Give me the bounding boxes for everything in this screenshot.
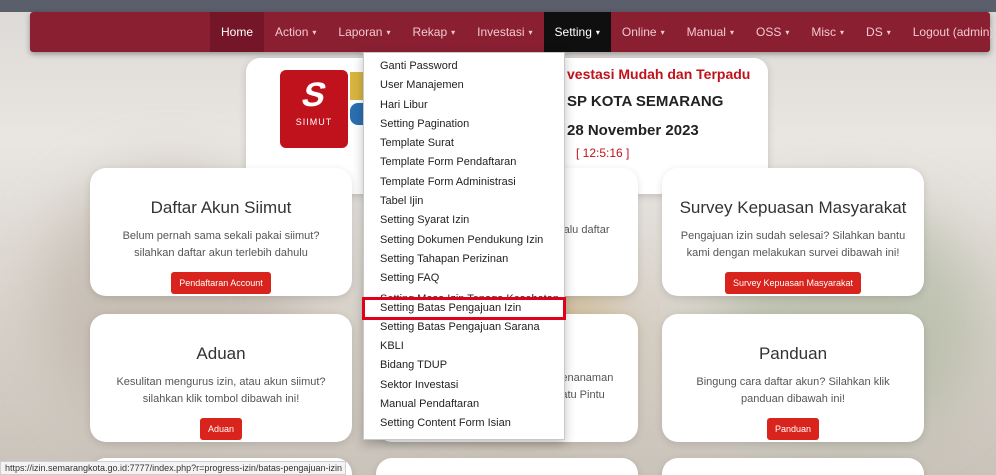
menu-item-ganti-password[interactable]: Ganti Password (364, 57, 564, 76)
caret-down-icon: ▾ (660, 27, 665, 37)
menu-item-setting-tahapan-perizinan[interactable]: Setting Tahapan Perizinan (364, 250, 564, 269)
card-panduan: Panduan Bingung cara daftar akun? Silahk… (662, 314, 924, 442)
card-aduan: Aduan Kesulitan mengurus izin, atau akun… (90, 314, 352, 442)
nav-item-manual[interactable]: Manual ▾ (676, 12, 745, 52)
menu-item-setting-batas-pengajuan-izin[interactable]: Setting Batas Pengajuan Izin (362, 296, 566, 320)
card-daftar-akun: Daftar Akun Siimut Belum pernah sama sek… (90, 168, 352, 296)
menu-item-kbli[interactable]: KBLI (364, 337, 564, 356)
menu-item-setting-syarat-izin[interactable]: Setting Syarat Izin (364, 211, 564, 230)
nav-item-label: Home (221, 25, 254, 39)
nav-item-oss[interactable]: OSS ▾ (745, 12, 800, 52)
caret-down-icon: ▾ (886, 27, 891, 37)
nav-item-misc[interactable]: Misc ▾ (800, 12, 855, 52)
caret-down-icon: ▾ (386, 27, 391, 37)
nav-item-label: Online (621, 25, 657, 39)
survey-kepuasan-button[interactable]: Survey Kepuasan Masyarakat (724, 272, 862, 294)
nav-item-label: Rekap (412, 25, 448, 39)
card-text: silahkan klik tombol dibawah ini! (142, 393, 300, 405)
pendaftaran-account-button[interactable]: Pendaftaran Account (171, 272, 271, 294)
nav-item-label: Manual (686, 25, 726, 39)
aduan-button[interactable]: Aduan (199, 418, 243, 440)
menu-item-setting-content-form-isian[interactable]: Setting Content Form Isian (364, 414, 564, 433)
setting-dropdown-menu: Ganti Password User Manajemen Hari Libur Se… (362, 52, 566, 440)
menu-item-template-form-pendaftaran[interactable]: Template Form Pendaftaran (364, 153, 564, 172)
card-title: Survey Kepuasan Masyarakat (679, 198, 907, 217)
nav-item-label: DS (866, 25, 883, 39)
hero-org-name: SP KOTA SEMARANG (567, 93, 724, 110)
hero-date: 28 November 2023 (567, 122, 699, 139)
caret-down-icon: ▾ (595, 27, 600, 37)
siimut-logo: S SIIMUT (280, 70, 348, 148)
caret-down-icon: ▾ (729, 27, 734, 37)
menu-item-hari-libur[interactable]: Hari Libur (364, 96, 564, 115)
card-survey: Survey Kepuasan Masyarakat Pengajuan izi… (662, 168, 924, 296)
card-bottom-right (662, 458, 924, 475)
nav-item-online[interactable]: Online ▾ (611, 12, 676, 52)
siimut-logo-mark: S (297, 76, 331, 114)
main-navbar: Home Action ▾ Laporan ▾ Rekap ▾ Investasi ▾ Setti… (30, 12, 993, 52)
nav-item-logout-admin[interactable]: Logout (admin) (902, 12, 996, 52)
card-text: Belum pernah sama sekali pakai siimut? (122, 230, 320, 242)
nav-item-label: Logout (admin) (912, 25, 994, 39)
menu-item-manual-pendaftaran[interactable]: Manual Pendaftaran (364, 395, 564, 414)
nav-item-label: OSS (755, 25, 782, 39)
menu-item-user-manajemen[interactable]: User Manajemen (364, 76, 564, 95)
menu-item-bidang-tdup[interactable]: Bidang TDUP (364, 356, 564, 375)
menu-item-setting-pagination[interactable]: Setting Pagination (364, 115, 564, 134)
caret-down-icon: ▾ (528, 27, 533, 37)
menu-item-setting-faq[interactable]: Setting FAQ (364, 269, 564, 288)
oss-logo-icon (350, 103, 364, 125)
menu-item-template-form-administrasi[interactable]: Template Form Administrasi (364, 173, 564, 192)
menu-item-setting-masa-izin-tenaga-kesehatan[interactable]: Setting Masa Izin Tenaga Kesehatan (364, 289, 564, 299)
card-title: Daftar Akun Siimut (150, 198, 292, 217)
card-title: Aduan (196, 344, 246, 363)
card-text: panduan dibawah ini! (741, 393, 845, 405)
nav-item-rekap[interactable]: Rekap ▾ (401, 12, 466, 52)
card-text: kami dengan melakukan survei dibawah ini… (686, 247, 900, 259)
nav-item-label: Setting (554, 25, 592, 39)
nav-item-label: Action (275, 25, 309, 39)
nav-item-investasi[interactable]: Investasi ▾ (466, 12, 543, 52)
nav-item-action[interactable]: Action ▾ (264, 12, 327, 52)
menu-item-setting-dokumen-pendukung-izin[interactable]: Setting Dokumen Pendukung Izin (364, 231, 564, 250)
nav-item-label: Laporan (338, 25, 383, 39)
siimut-logo-word: SIIMUT (295, 117, 333, 127)
menu-item-sektor-investasi[interactable]: Sektor Investasi (364, 376, 564, 395)
card-text: Kesulitan mengurus izin, atau akun siimu… (116, 376, 326, 388)
nav-item-ds[interactable]: DS ▾ (855, 12, 902, 52)
menu-item-template-surat[interactable]: Template Surat (364, 134, 564, 153)
nav-item-laporan[interactable]: Laporan ▾ (327, 12, 401, 52)
card-text: silahkan daftar akun terlebih dahulu (134, 247, 308, 259)
menu-item-tabel-ijin[interactable]: Tabel Ijin (364, 192, 564, 211)
nav-item-setting[interactable]: Setting ▾ (543, 12, 611, 52)
nav-item-label: Misc (811, 25, 837, 39)
caret-down-icon: ▾ (451, 27, 456, 37)
panduan-button[interactable]: Panduan (766, 418, 820, 440)
card-bottom-middle (376, 458, 638, 475)
card-title: Panduan (758, 344, 828, 363)
card-text: Bingung cara daftar akun? Silahkan klik (696, 376, 890, 388)
hero-tagline: vestasi Mudah dan Terpadu (567, 66, 751, 82)
browser-top-strip (0, 0, 996, 12)
nav-item-home[interactable]: Home (210, 12, 265, 52)
caret-down-icon: ▾ (840, 27, 845, 37)
caret-down-icon: ▾ (785, 27, 790, 37)
browser-status-url: https://izin.semarangkota.go.id:7777/ind… (0, 461, 346, 475)
city-seal-icon (350, 72, 364, 100)
hero-clock: [ 12:5:16 ] (576, 146, 630, 160)
caret-down-icon: ▾ (312, 27, 317, 37)
menu-item-setting-batas-pengajuan-sarana[interactable]: Setting Batas Pengajuan Sarana (364, 318, 564, 337)
nav-item-label: Investasi (477, 25, 525, 39)
card-text: Pengajuan izin sudah selesai? Silahkan b… (680, 230, 906, 242)
